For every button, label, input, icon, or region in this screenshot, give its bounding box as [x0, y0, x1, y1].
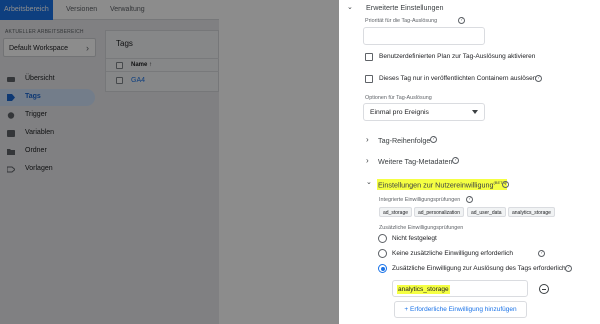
- column-name-header[interactable]: Name ↑: [131, 62, 152, 68]
- workspace-name: Default Workspace: [9, 45, 69, 52]
- add-consent-label: + Erforderliche Einwilligung hinzufügen: [404, 306, 517, 313]
- sidebar-item-variables[interactable]: Variablen: [0, 125, 95, 142]
- chevron-down-icon: ⌄: [347, 4, 353, 11]
- tab-arbeitsbereich[interactable]: Arbeitsbereich: [0, 0, 53, 20]
- priority-label: Priorität für die Tag-Auslösung: [365, 18, 438, 24]
- gtm-workspace: Arbeitsbereich Versionen Verwaltung AKTU…: [0, 0, 219, 324]
- consent-settings-title[interactable]: Einstellungen zur Nutzereinwilligung(BET…: [377, 179, 508, 191]
- firing-option-value: Einmal pro Ereignis: [370, 109, 429, 116]
- builtin-consent-label: Integrierte Einwilligungsprüfungen: [379, 197, 461, 203]
- remove-circle-icon[interactable]: [539, 284, 549, 294]
- consent-chip: ad_personalization: [414, 207, 464, 217]
- chevron-down-icon: ⌄: [366, 179, 372, 186]
- table-header: Name ↑: [106, 58, 219, 72]
- help-icon[interactable]: ?: [458, 17, 465, 24]
- sidebar-item-label: Ordner: [25, 147, 47, 154]
- custom-schedule-label: Benutzerdefinierten Plan zur Tag-Auslösu…: [379, 53, 536, 60]
- firing-options-select[interactable]: Einmal pro Ereignis: [363, 103, 485, 121]
- consent-chip: analytics_storage: [508, 207, 555, 217]
- sidebar-item-label: Tags: [25, 93, 41, 100]
- priority-input[interactable]: [363, 27, 485, 45]
- table-row[interactable]: GA4: [106, 74, 219, 88]
- tag-icon: [7, 94, 15, 101]
- consent-title-text: Einstellungen zur Nutzereinwilligung: [378, 180, 494, 190]
- chevron-right-icon: ›: [366, 156, 369, 165]
- radio-additional-required[interactable]: [378, 264, 387, 273]
- help-icon[interactable]: ?: [452, 157, 459, 164]
- published-only-checkbox[interactable]: [365, 75, 373, 83]
- radio-label: Nicht festgelegt: [392, 235, 437, 242]
- add-consent-button[interactable]: + Erforderliche Einwilligung hinzufügen: [394, 301, 527, 318]
- consent-type-input[interactable]: analytics_storage: [392, 280, 528, 297]
- folder-icon: [7, 149, 15, 155]
- radio-not-set[interactable]: [378, 234, 387, 243]
- tag-config-panel: ⌄ Erweiterte Einstellungen Priorität für…: [339, 0, 600, 324]
- sidebar-item-templates[interactable]: Vorlagen: [0, 161, 95, 178]
- tab-verwaltung[interactable]: Verwaltung: [110, 0, 145, 20]
- help-icon[interactable]: ?: [565, 265, 572, 272]
- radio-label: Keine zusätzliche Einwilligung erforderl…: [392, 250, 514, 257]
- top-nav-bar: Arbeitsbereich Versionen Verwaltung: [0, 0, 219, 20]
- consent-chip: ad_storage: [379, 207, 413, 217]
- sidebar-item-overview[interactable]: Übersicht: [0, 71, 95, 88]
- overview-icon: [7, 77, 15, 82]
- radio-label: Zusätzliche Einwilligung zur Auslösung d…: [392, 265, 566, 272]
- trigger-icon: [7, 112, 15, 119]
- page-title: Tags: [116, 39, 133, 48]
- radio-no-additional[interactable]: [378, 249, 387, 258]
- sidebar-item-folders[interactable]: Ordner: [0, 143, 95, 160]
- published-only-label: Dieses Tag nur in veröffentlichten Conta…: [379, 75, 537, 82]
- tag-sequencing-title[interactable]: Tag-Reihenfolge: [378, 136, 430, 145]
- sidebar-item-label: Übersicht: [25, 75, 55, 82]
- tag-name-link[interactable]: GA4: [131, 77, 145, 84]
- firing-options-label: Optionen für Tag-Auslösung: [365, 95, 432, 101]
- sidebar-item-label: Variablen: [25, 129, 55, 136]
- tag-metadata-title[interactable]: Weitere Tag-Metadaten: [378, 157, 452, 166]
- sidebar-item-label: Vorlagen: [25, 165, 53, 172]
- chevron-right-icon: ›: [366, 135, 369, 144]
- additional-consent-label: Zusätzliche Einwilligungsprüfungen: [379, 225, 464, 231]
- sidebar-item-label: Trigger: [25, 111, 47, 118]
- help-icon[interactable]: ?: [535, 75, 542, 82]
- chevron-right-icon: ›: [86, 43, 89, 53]
- row-checkbox[interactable]: [116, 77, 123, 84]
- tags-list-card: Tags Name ↑ GA4: [105, 30, 219, 92]
- variables-icon: [7, 130, 15, 137]
- workspace-selector[interactable]: Default Workspace ›: [3, 38, 96, 57]
- consent-chip: ad_user_data: [467, 207, 506, 217]
- custom-schedule-checkbox[interactable]: [365, 53, 373, 61]
- consent-type-value: analytics_storage: [397, 285, 450, 294]
- sidebar-item-tags[interactable]: Tags: [0, 89, 95, 106]
- minus-icon: [542, 289, 546, 290]
- tab-versionen[interactable]: Versionen: [66, 0, 97, 20]
- dropdown-arrow-icon: [472, 110, 478, 114]
- sidebar-item-trigger[interactable]: Trigger: [0, 107, 95, 124]
- advanced-settings-title[interactable]: Erweiterte Einstellungen: [366, 3, 444, 12]
- templates-icon: [7, 166, 15, 173]
- select-all-checkbox[interactable]: [116, 62, 123, 69]
- help-icon[interactable]: ?: [430, 136, 437, 143]
- help-icon[interactable]: ?: [502, 181, 509, 188]
- workspace-label: AKTUELLER ARBEITSBEREICH: [5, 29, 84, 35]
- help-icon[interactable]: ?: [466, 196, 473, 203]
- help-icon[interactable]: ?: [538, 250, 545, 257]
